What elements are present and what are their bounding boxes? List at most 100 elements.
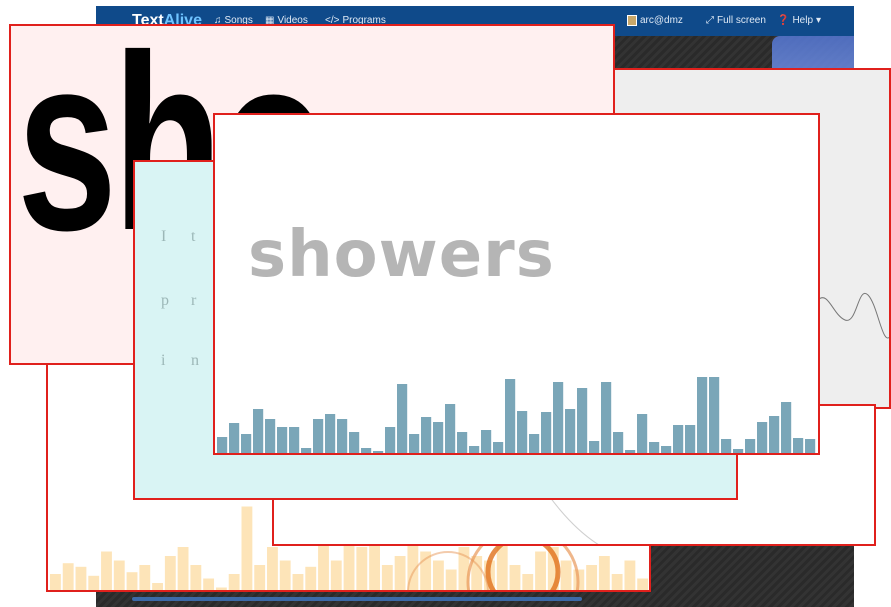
spectrum-bar xyxy=(805,439,816,453)
cyan-letter: p xyxy=(161,292,169,309)
spectrum-bar xyxy=(721,439,732,453)
spectrum-bar xyxy=(433,422,444,453)
spectrum-bar xyxy=(62,563,74,590)
spectrum-bar xyxy=(598,556,610,590)
spectrum-bar xyxy=(565,409,576,453)
spectrum-bar xyxy=(88,575,100,590)
spectrum-bar xyxy=(277,427,288,453)
spectrum-bar xyxy=(469,446,480,453)
spectrum-bar xyxy=(381,565,393,590)
spectrum-bar xyxy=(757,422,768,453)
cyan-letter: t xyxy=(191,228,196,245)
spectrum-bar xyxy=(337,419,348,453)
spectrum-bar xyxy=(624,560,636,590)
spectrum-bar xyxy=(301,448,312,453)
spectrum-bar xyxy=(535,551,546,590)
spectrum-bar xyxy=(733,449,744,453)
spectrum-bar xyxy=(445,569,457,590)
cyan-letter: i xyxy=(161,352,166,369)
spectrum-bar xyxy=(101,551,112,590)
spectrum-bar xyxy=(745,439,756,453)
spectrum-bar xyxy=(215,587,227,590)
spectrum-bar xyxy=(661,446,672,453)
cyan-letter: n xyxy=(191,352,199,369)
spectrum-bar xyxy=(509,565,521,590)
spectrum-bar xyxy=(586,565,598,590)
spectrum-bar xyxy=(613,432,624,453)
spectrum-bar xyxy=(781,402,792,453)
spectrum-bar xyxy=(589,441,600,453)
spectrum-bar xyxy=(126,572,138,590)
spectrum-bar xyxy=(254,565,266,590)
expand-icon: ⤢ xyxy=(706,15,714,26)
spectrum-bar xyxy=(457,432,468,453)
spectrum-bar xyxy=(152,583,163,590)
spectrum-bar xyxy=(75,566,87,590)
caret-down-icon: ▾ xyxy=(816,15,822,26)
spectrum-bar xyxy=(325,414,336,453)
seek-bar[interactable] xyxy=(132,597,582,601)
spectrum-bar xyxy=(793,438,804,453)
spectrum-bar xyxy=(637,578,649,590)
spectrum-bar xyxy=(625,450,636,453)
spectrum-bar xyxy=(649,442,660,453)
spectrum-bar xyxy=(330,560,342,590)
spectrum-bar xyxy=(637,414,648,453)
spectrum-bar xyxy=(769,416,780,453)
spectrum-bar xyxy=(241,506,253,590)
spectrum-bar xyxy=(253,409,264,453)
spectrum-bar xyxy=(541,412,552,453)
nav-user[interactable]: arc@dmz xyxy=(627,15,683,26)
spectrum-bar xyxy=(505,379,516,453)
spectrum-bar xyxy=(50,574,61,590)
spectrum-bar xyxy=(601,382,612,453)
waveform-line xyxy=(817,292,889,339)
spectrum-bar xyxy=(611,574,623,590)
cyan-letter: I xyxy=(161,228,167,245)
spectrum-bar xyxy=(177,547,189,590)
spectrum-bar xyxy=(529,434,540,453)
nav-help-label: Help xyxy=(792,15,814,26)
spectrum-bar xyxy=(349,432,360,453)
spectrum-bar xyxy=(697,377,708,453)
spectrum-bar xyxy=(397,384,408,453)
spectrum-bar xyxy=(445,404,456,453)
nav-help[interactable]: ❓ Help ▾ xyxy=(777,15,821,26)
spectrum-bar xyxy=(553,382,564,453)
cyan-letter: r xyxy=(191,292,197,309)
spectrum-bar xyxy=(493,442,504,453)
spectrum-bar xyxy=(394,556,406,590)
spectrum-bar xyxy=(481,430,492,453)
spectrum-bar xyxy=(356,547,368,590)
spectrum-bar xyxy=(292,574,304,590)
front-bar-chart xyxy=(217,377,816,453)
spectrum-bar xyxy=(517,411,528,453)
spectrum-bar xyxy=(289,427,300,453)
spectrum-bar xyxy=(373,451,384,453)
spectrum-bar xyxy=(190,565,202,590)
nav-user-label: arc@dmz xyxy=(640,15,683,26)
spectrum-bar xyxy=(305,566,317,590)
spectrum-bar xyxy=(279,560,291,590)
spectrum-bar xyxy=(164,556,176,590)
spectrum-bar xyxy=(685,425,696,453)
spectrum-bar xyxy=(228,574,240,590)
spectrum-bar xyxy=(673,425,684,453)
spectrum-bar xyxy=(265,419,276,453)
spectrum-bar xyxy=(241,434,252,453)
spectrum-bar xyxy=(522,574,534,590)
nav-fullscreen-label: Full screen xyxy=(717,15,766,26)
spectrum-bar xyxy=(577,388,588,453)
spectrum-bar xyxy=(421,417,432,453)
spectrum-bar xyxy=(217,437,228,453)
spectrum-bar xyxy=(432,560,444,590)
spectrum-bar xyxy=(318,538,329,590)
spectrum-bar xyxy=(361,448,372,453)
nav-fullscreen[interactable]: ⤢ Full screen xyxy=(706,15,766,26)
spectrum-bar xyxy=(709,377,720,453)
spectrum-bar xyxy=(203,578,215,590)
spectrum-bar xyxy=(313,419,324,453)
spectrum-bar xyxy=(267,547,278,590)
question-circle-icon: ❓ xyxy=(777,15,790,26)
spectrum-bar xyxy=(113,560,125,590)
